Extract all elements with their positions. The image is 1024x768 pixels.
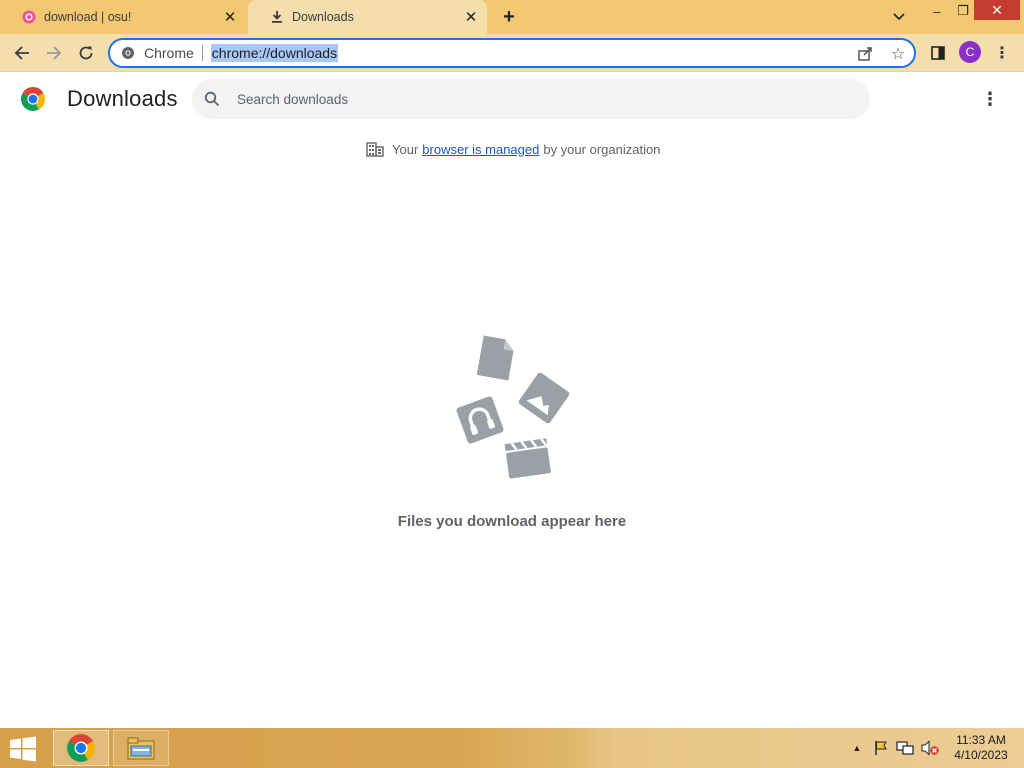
empty-state-message: Files you download appear here — [397, 513, 627, 530]
side-panel-icon[interactable] — [928, 43, 948, 63]
windows-start-icon[interactable] — [8, 736, 38, 762]
search-box[interactable] — [192, 79, 870, 119]
new-tab-button[interactable]: + — [498, 6, 520, 28]
url-text[interactable]: chrome://downloads — [210, 44, 339, 62]
chrome-logo-icon — [20, 86, 46, 112]
chrome-taskbar-icon — [67, 734, 95, 762]
action-center-flag-icon[interactable] — [872, 738, 890, 758]
system-clock[interactable]: 11:33 AM 4/10/2023 — [948, 733, 1014, 763]
download-icon — [270, 10, 284, 24]
tab-close-icon[interactable]: ✕ — [222, 9, 238, 26]
bookmark-star-icon[interactable]: ☆ — [888, 45, 908, 63]
clock-date: 4/10/2023 — [954, 748, 1008, 762]
show-hidden-icons-icon[interactable]: ▲ — [850, 738, 864, 758]
restore-button[interactable]: ❐ — [952, 0, 974, 22]
chrome-page-icon — [120, 45, 136, 61]
profile-avatar[interactable]: C — [959, 41, 981, 63]
tab-downloads[interactable]: Downloads ✕ — [248, 0, 487, 34]
forward-button[interactable] — [42, 41, 66, 65]
tab-search-chevron-icon[interactable] — [888, 6, 910, 28]
document-icon — [476, 335, 514, 381]
tab-title: Downloads — [292, 10, 354, 24]
image-icon — [518, 372, 570, 424]
address-bar[interactable]: Chrome chrome://downloads ☆ — [108, 38, 916, 68]
tab-strip: download | osu! ✕ Downloads ✕ + – ❐ ✕ — [0, 0, 1024, 34]
more-actions-icon[interactable]: ⋮ — [980, 88, 1000, 110]
minimize-button[interactable]: – — [926, 0, 948, 22]
taskbar-file-explorer-button[interactable] — [113, 730, 169, 766]
taskbar-chrome-button[interactable] — [53, 730, 109, 766]
search-input[interactable] — [237, 91, 837, 107]
share-icon[interactable] — [855, 45, 875, 63]
reload-button[interactable] — [74, 41, 98, 65]
managed-suffix: by your organization — [543, 141, 661, 157]
managed-link[interactable]: browser is managed — [422, 142, 539, 157]
building-icon — [366, 140, 384, 158]
clock-time: 11:33 AM — [956, 733, 1006, 747]
page-title: Downloads — [67, 86, 178, 111]
toolbar: Chrome chrome://downloads ☆ C ⋮ — [0, 34, 1024, 72]
taskbar: ▲ 11:33 AM 4/10/2023 — [0, 728, 1024, 768]
file-explorer-icon — [127, 737, 155, 760]
managed-notice: Your browser is managed by your organiza… — [366, 139, 660, 159]
tab-osu-download[interactable]: download | osu! ✕ — [0, 0, 246, 34]
osu-icon — [22, 10, 36, 24]
audio-icon — [456, 396, 504, 444]
downloads-header: Downloads ⋮ — [0, 72, 1024, 128]
tab-title: download | osu! — [44, 10, 132, 24]
network-icon[interactable] — [896, 738, 914, 758]
empty-state-illustration — [448, 332, 578, 487]
managed-prefix: Your — [392, 141, 419, 157]
video-icon — [504, 438, 551, 479]
tab-close-icon[interactable]: ✕ — [463, 9, 479, 26]
browser-menu-icon[interactable]: ⋮ — [994, 41, 1010, 65]
back-button[interactable] — [10, 41, 34, 65]
volume-muted-icon[interactable] — [920, 738, 940, 758]
omnibox-chip: Chrome — [144, 45, 203, 61]
close-window-button[interactable]: ✕ — [974, 0, 1020, 20]
search-icon — [203, 90, 221, 108]
